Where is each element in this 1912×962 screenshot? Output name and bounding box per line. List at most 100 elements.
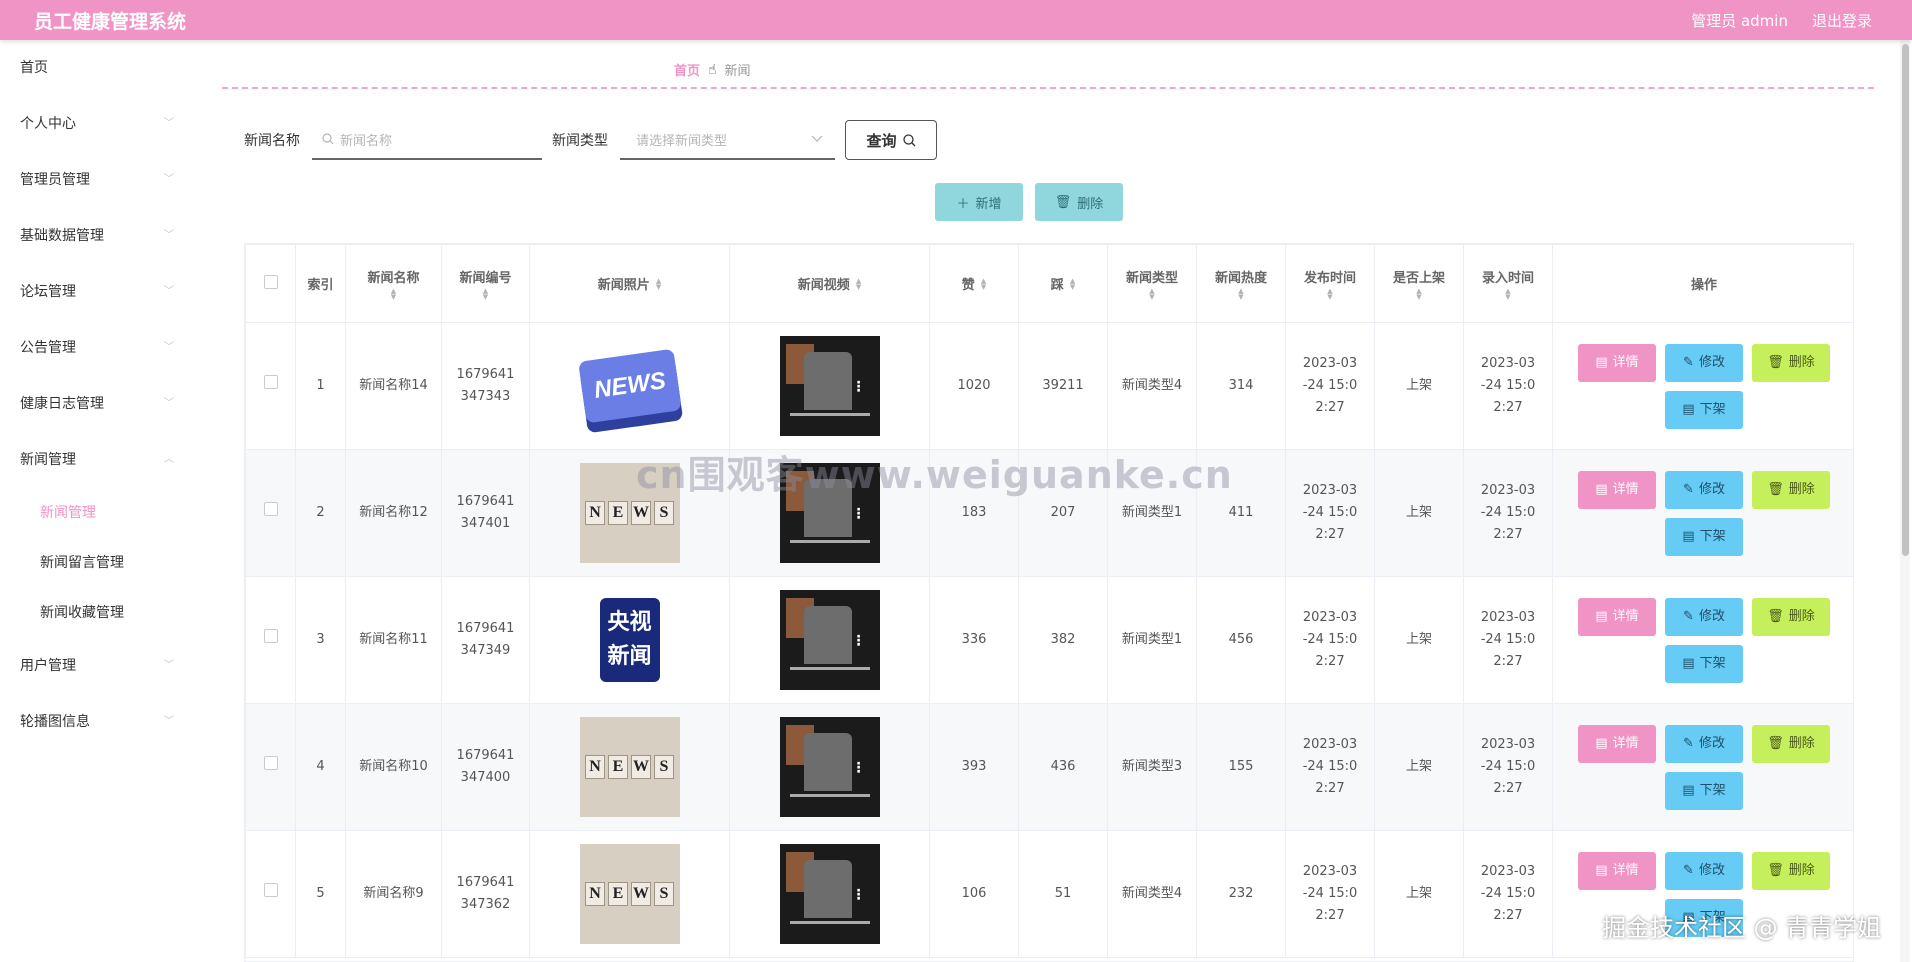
offline-button[interactable]: ▤ 下架 <box>1665 898 1743 937</box>
delete-button[interactable]: 🗑 删除 <box>1752 470 1830 509</box>
edit-button[interactable]: ✎ 修改 <box>1665 597 1743 636</box>
table-row[interactable]: 2 新闻名称12 1679641347401 N E W S ⋮ 183 207 新闻类型1 411 2… <box>245 449 1853 577</box>
sidebar-item-health-log[interactable]: 健康日志管理 ﹀ <box>0 376 196 432</box>
sidebar-subitem-news-favorites[interactable]: 新闻收藏管理 <box>0 588 196 638</box>
add-button[interactable]: ＋ 新增 <box>935 183 1023 221</box>
news-photo[interactable]: NEWS <box>579 844 680 944</box>
news-video-player[interactable]: ⋮ <box>779 463 880 563</box>
sidebar-subitem-news-manage[interactable]: 新闻管理 <box>0 488 196 538</box>
row-checkbox[interactable] <box>263 375 278 389</box>
sort-icon[interactable]: ▲ ▼ <box>1149 288 1154 301</box>
news-name-input[interactable]: 新闻名称 <box>312 120 542 160</box>
col-news-heat[interactable]: 新闻热度 ▲ ▼ <box>1196 244 1286 323</box>
edit-button[interactable]: ✎ 修改 <box>1665 470 1743 509</box>
row-checkbox[interactable] <box>263 756 278 770</box>
col-likes[interactable]: 赞 ▲ ▼ <box>929 244 1019 323</box>
sort-icon[interactable]: ▲ ▼ <box>856 277 861 290</box>
row-checkbox[interactable] <box>263 883 278 897</box>
sidebar-item-basic-data[interactable]: 基础数据管理 ﹀ <box>0 208 196 264</box>
table-row[interactable]: 5 新闻名称9 1679641347362 N E W S ⋮ 106 51 新闻类型4 232 202… <box>245 830 1853 958</box>
news-video-player[interactable]: ⋮ <box>779 590 880 690</box>
sort-icon[interactable]: ▲ ▼ <box>1416 288 1421 301</box>
col-dislikes[interactable]: 踩 ▲ ▼ <box>1018 244 1108 323</box>
video-progress-bar[interactable] <box>789 794 870 797</box>
sort-icon[interactable]: ▲ ▼ <box>1327 288 1332 301</box>
more-options-icon[interactable]: ⋮ <box>852 757 866 779</box>
col-news-video[interactable]: 新闻视频 ▲ ▼ <box>729 244 930 323</box>
more-options-icon[interactable]: ⋮ <box>852 630 866 652</box>
delete-button[interactable]: 🗑 删除 <box>1752 851 1830 890</box>
more-options-icon[interactable]: ⋮ <box>852 884 866 906</box>
sort-icon[interactable]: ▲ ▼ <box>656 277 661 290</box>
table-row[interactable]: 3 新闻名称11 1679641347349 央视 新闻 ⋮ 336 382 新闻类型1 456 2… <box>245 576 1853 704</box>
offline-button[interactable]: ▤ 下架 <box>1665 771 1743 810</box>
sidebar-item-forum[interactable]: 论坛管理 ﹀ <box>0 264 196 320</box>
col-on-shelf[interactable]: 是否上架 ▲ ▼ <box>1374 244 1464 323</box>
sidebar-item-home[interactable]: 首页 <box>0 40 196 96</box>
sort-icon[interactable]: ▲ ▼ <box>1505 288 1510 301</box>
offline-button[interactable]: ▤ 下架 <box>1665 517 1743 556</box>
news-photo[interactable]: 央视 新闻 <box>580 590 680 690</box>
sidebar-item-users[interactable]: 用户管理 ﹀ <box>0 638 196 694</box>
col-publish-time[interactable]: 发布时间 ▲ ▼ <box>1285 244 1375 323</box>
video-progress-bar[interactable] <box>789 413 870 416</box>
news-video-player[interactable]: ⋮ <box>779 844 880 944</box>
sidebar-item-admin-manage[interactable]: 管理员管理 ﹀ <box>0 152 196 208</box>
table-row[interactable]: 1 新闻名称14 1679641347343 NEWS ⋮ 1020 39211 新闻类型4 3… <box>245 322 1853 450</box>
news-video-player[interactable]: ⋮ <box>779 717 880 817</box>
video-progress-bar[interactable] <box>789 667 870 670</box>
news-photo[interactable]: NEWS <box>577 336 682 436</box>
cell-on-shelf: 上架 <box>1374 576 1464 704</box>
sidebar-item-personal-center[interactable]: 个人中心 ﹀ <box>0 96 196 152</box>
news-photo[interactable]: NEWS <box>579 463 680 563</box>
offline-button[interactable]: ▤ 下架 <box>1665 390 1743 429</box>
admin-user-label[interactable]: 管理员 admin <box>1691 10 1788 31</box>
sort-icon[interactable]: ▲ ▼ <box>1238 288 1243 301</box>
edit-button[interactable]: ✎ 修改 <box>1665 851 1743 890</box>
sidebar-subitem-news-comments[interactable]: 新闻留言管理 <box>0 538 196 588</box>
delete-button[interactable]: 🗑 删除 <box>1752 597 1830 636</box>
more-options-icon[interactable]: ⋮ <box>852 376 866 398</box>
sort-icon[interactable]: ▲ ▼ <box>483 288 488 301</box>
cell-news-code: 1679641347401 <box>441 449 530 577</box>
col-news-code[interactable]: 新闻编号 ▲ ▼ <box>441 244 530 323</box>
breadcrumb-home[interactable]: 首页 <box>674 60 700 79</box>
cell-on-shelf: 上架 <box>1374 449 1464 577</box>
detail-button[interactable]: ▤ 详情 <box>1578 724 1656 763</box>
logout-link[interactable]: 退出登录 <box>1812 10 1872 31</box>
sidebar-item-carousel[interactable]: 轮播图信息 ﹀ <box>0 694 196 750</box>
delete-button[interactable]: 🗑 删除 <box>1752 343 1830 382</box>
batch-delete-button[interactable]: 🗑 删除 <box>1035 183 1123 221</box>
row-checkbox[interactable] <box>263 629 278 643</box>
col-news-photo[interactable]: 新闻照片 ▲ ▼ <box>529 244 730 323</box>
table-row[interactable]: 4 新闻名称10 1679641347400 N E W S ⋮ 393 436 新闻类型3 155 2… <box>245 703 1853 831</box>
sort-icon[interactable]: ▲ ▼ <box>391 288 396 301</box>
sidebar-item-notice[interactable]: 公告管理 ﹀ <box>0 320 196 376</box>
news-photo[interactable]: NEWS <box>579 717 680 817</box>
col-news-type[interactable]: 新闻类型 ▲ ▼ <box>1107 244 1197 323</box>
select-all-checkbox[interactable] <box>263 274 278 289</box>
news-type-select[interactable]: 请选择新闻类型 <box>620 120 835 160</box>
cell-news-code: 1679641347343 <box>441 322 530 450</box>
detail-button[interactable]: ▤ 详情 <box>1578 470 1656 509</box>
page-scrollbar-thumb[interactable] <box>1902 44 1909 556</box>
more-options-icon[interactable]: ⋮ <box>852 503 866 525</box>
sidebar-item-news[interactable]: 新闻管理 ︿ <box>0 432 196 488</box>
offline-button[interactable]: ▤ 下架 <box>1665 644 1743 683</box>
edit-button[interactable]: ✎ 修改 <box>1665 724 1743 763</box>
row-checkbox[interactable] <box>263 502 278 516</box>
news-video-player[interactable]: ⋮ <box>779 336 880 436</box>
col-news-name[interactable]: 新闻名称 ▲ ▼ <box>345 244 442 323</box>
detail-button[interactable]: ▤ 详情 <box>1578 851 1656 890</box>
detail-button[interactable]: ▤ 详情 <box>1578 597 1656 636</box>
edit-button[interactable]: ✎ 修改 <box>1665 343 1743 382</box>
delete-button[interactable]: 🗑 删除 <box>1752 724 1830 763</box>
detail-button[interactable]: ▤ 详情 <box>1578 343 1656 382</box>
query-button[interactable]: 查询 <box>845 120 937 160</box>
sort-icon[interactable]: ▲ ▼ <box>1070 277 1075 290</box>
video-progress-bar[interactable] <box>789 921 870 924</box>
sort-icon[interactable]: ▲ ▼ <box>981 277 986 290</box>
cell-news-video: ⋮ <box>729 576 930 704</box>
col-entry-time[interactable]: 录入时间 ▲ ▼ <box>1463 244 1553 323</box>
video-progress-bar[interactable] <box>789 540 870 543</box>
